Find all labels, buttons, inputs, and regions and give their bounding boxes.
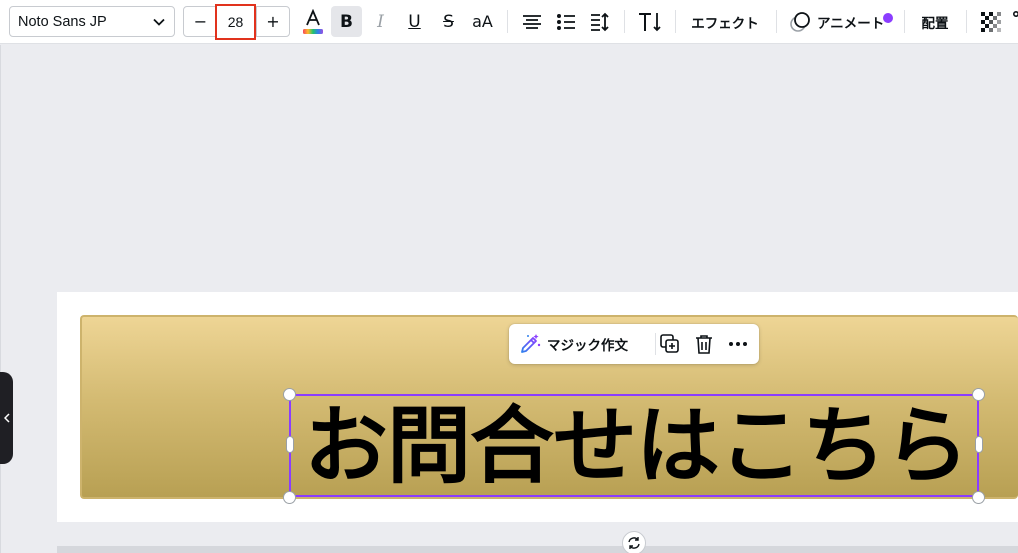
toolbar-divider (624, 10, 625, 33)
italic-button[interactable]: I (365, 6, 396, 37)
list-icon (556, 13, 575, 30)
duplicate-button[interactable] (659, 333, 681, 355)
duplicate-icon (660, 334, 679, 353)
element-context-toolbar: マジック作文 (509, 324, 759, 364)
font-family-value: Noto Sans JP (18, 13, 107, 30)
headline-text[interactable]: お問合せはこちら (304, 404, 969, 488)
toolbar-divider (675, 10, 676, 33)
line-spacing-icon (590, 12, 609, 31)
magic-write-label: マジック作文 (547, 338, 628, 354)
transparency-button[interactable] (975, 6, 1006, 37)
increase-font-size-button[interactable]: + (256, 7, 289, 36)
more-tools-icon[interactable] (1010, 10, 1018, 30)
animate-label: アニメート (817, 15, 885, 32)
collapse-panel-button[interactable] (0, 372, 13, 464)
resize-handle-top-left[interactable] (283, 388, 296, 401)
new-badge-dot (883, 13, 893, 23)
resize-handle-bottom-left[interactable] (283, 491, 296, 504)
font-size-input[interactable]: 28 (215, 4, 256, 40)
strikethrough-button[interactable]: S (433, 6, 464, 37)
chevron-down-icon (153, 18, 165, 26)
position-button[interactable]: 配置 (914, 6, 956, 37)
rotate-handle[interactable] (622, 531, 646, 553)
text-toolbar: Noto Sans JP − 28 + B I U S aA エフェクト アニメ… (0, 0, 1018, 44)
bulleted-list-button[interactable] (550, 6, 581, 37)
text-color-button[interactable] (297, 6, 328, 37)
font-size-control: − 28 + (183, 4, 290, 40)
align-center-icon (522, 14, 541, 29)
resize-handle-bottom-right[interactable] (972, 491, 985, 504)
next-page-edge (57, 546, 1018, 553)
underline-button[interactable]: U (399, 6, 430, 37)
spacing-button[interactable] (584, 6, 615, 37)
decrease-font-size-button[interactable]: − (184, 7, 217, 36)
chevron-left-icon (3, 413, 10, 423)
letter-case-button[interactable]: aA (467, 6, 498, 37)
vertical-text-icon (638, 12, 661, 31)
vertical-text-button[interactable] (634, 6, 665, 37)
ellipsis-icon (729, 342, 747, 346)
toolbar-divider (776, 10, 777, 33)
trash-icon (696, 335, 712, 354)
delete-button[interactable] (693, 333, 715, 355)
toolbar-divider (507, 10, 508, 33)
bold-button[interactable]: B (331, 6, 362, 37)
toolbar-divider (966, 10, 967, 33)
text-color-icon (302, 8, 323, 34)
toolbar-divider (904, 10, 905, 33)
transparency-icon (980, 11, 1001, 32)
magic-write-button[interactable]: マジック作文 (519, 324, 628, 364)
more-options-button[interactable] (727, 333, 749, 355)
font-family-dropdown[interactable]: Noto Sans JP (9, 6, 175, 37)
resize-handle-left[interactable] (286, 436, 294, 453)
magic-pen-icon (521, 334, 541, 353)
context-toolbar-divider (655, 333, 656, 355)
align-center-button[interactable] (516, 6, 547, 37)
animate-icon (790, 11, 810, 32)
panel-divider (0, 45, 1, 553)
animate-button[interactable]: アニメート (789, 6, 895, 37)
headline-text-box[interactable]: お問合せはこちら (289, 394, 979, 497)
resize-handle-top-right[interactable] (972, 388, 985, 401)
effects-button[interactable]: エフェクト (687, 6, 763, 37)
resize-handle-right[interactable] (975, 436, 983, 453)
rotate-icon (628, 537, 640, 549)
